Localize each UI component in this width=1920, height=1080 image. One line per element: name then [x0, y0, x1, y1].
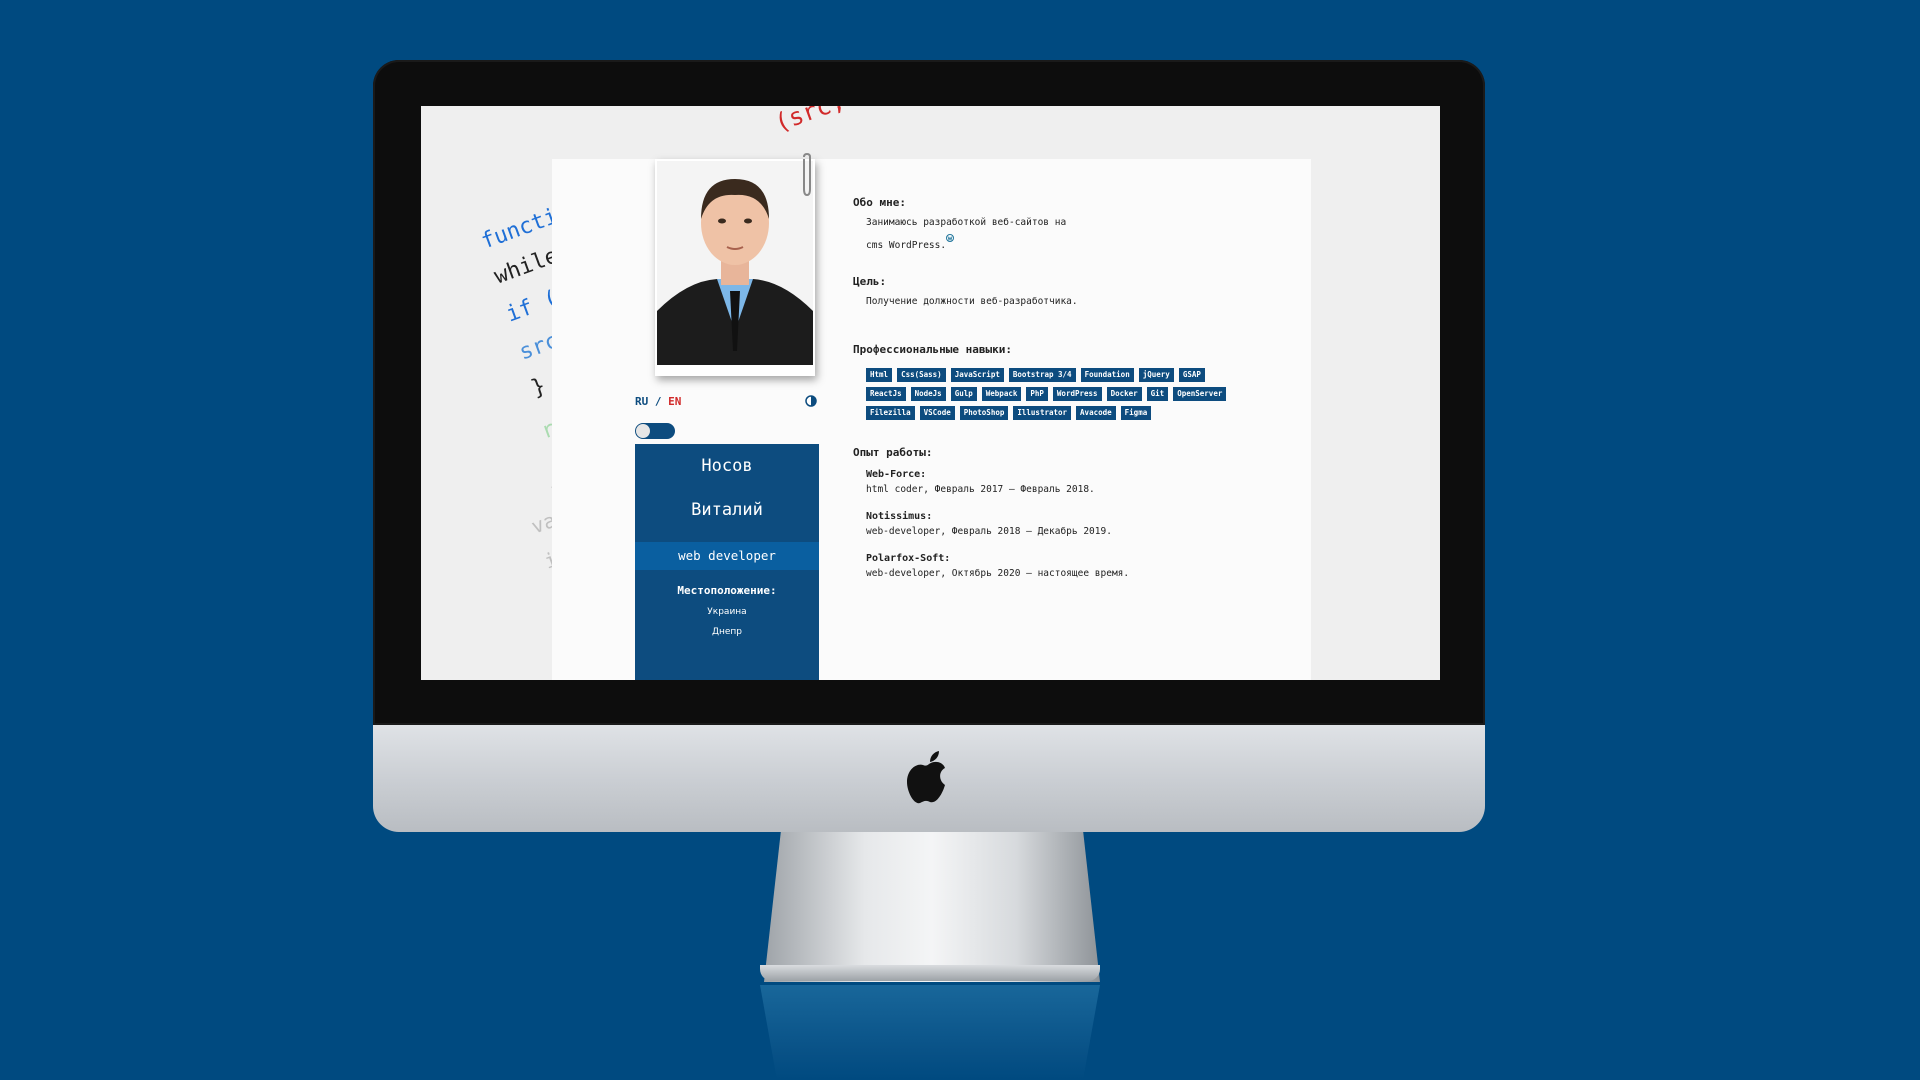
- skill-chip: Git: [1146, 387, 1169, 401]
- skill-chip: Css(Sass): [897, 368, 946, 382]
- skill-chip: ReactJs: [866, 387, 906, 401]
- wordpress-icon: [946, 234, 955, 242]
- location-label: Местоположение:: [677, 584, 777, 597]
- skill-chip: WordPress: [1052, 387, 1102, 401]
- role-title: web developer: [635, 542, 819, 570]
- skills-heading: Профессиональные навыки:: [853, 343, 1012, 356]
- skill-chip: Foundation: [1080, 368, 1134, 382]
- monitor-stand: [764, 832, 1100, 982]
- theme-toggle[interactable]: [635, 423, 675, 439]
- experience-list: Web-Force: html coder, Февраль 2017 – Фев…: [853, 469, 1293, 579]
- last-name: Носов: [701, 456, 753, 476]
- about-text-line2-wrap: cms WordPress.: [853, 234, 1293, 251]
- skill-chip: VSCode: [919, 406, 955, 420]
- location-country: Украина: [707, 607, 747, 617]
- skill-chip: JavaScript: [950, 368, 1004, 382]
- monitor-foot: [760, 965, 1100, 981]
- about-text-line1: Занимаюсь разработкой веб-сайтов на: [866, 217, 1067, 228]
- job-description: html coder, Февраль 2017 – Февраль 2018.: [866, 484, 1095, 495]
- person-photo-icon: [657, 161, 813, 365]
- skill-chip: Gulp: [950, 387, 977, 401]
- screen: (src, dest) {function chwhile (srcif (sr…: [421, 106, 1440, 680]
- job-company: Polarfox-Soft:: [866, 553, 951, 564]
- job-company: Notissimus:: [866, 511, 933, 522]
- profile-sidebar: Носов Виталий web developer Местоположен…: [635, 444, 819, 680]
- skill-chip: Html: [866, 368, 893, 382]
- lang-en-link[interactable]: EN: [668, 395, 681, 408]
- skill-chip: Docker: [1106, 387, 1142, 401]
- skills-list: Html Css(Sass) JavaScript Bootstrap 3/4 Foun…: [853, 368, 1246, 420]
- job-description: web-developer, Февраль 2018 – Декабрь 20…: [866, 526, 1112, 537]
- skill-chip: PhotoShop: [959, 406, 1009, 420]
- profile-photo: [655, 159, 815, 376]
- skill-chip: Avacode: [1076, 406, 1116, 420]
- experience-heading: Опыт работы:: [853, 446, 933, 459]
- code-line: (src, dest) {: [771, 106, 957, 137]
- about-heading: Обо мне:: [853, 196, 906, 209]
- location-city: Днепр: [711, 627, 743, 637]
- toggle-knob: [636, 424, 650, 438]
- skill-chip: OpenServer: [1173, 387, 1227, 401]
- code-line: }: [528, 373, 550, 402]
- skill-chip: Figma: [1120, 406, 1152, 420]
- skill-chip: Bootstrap 3/4: [1008, 368, 1076, 382]
- resume-card: RU / EN Носов Виталий web developer Мест…: [552, 153, 1311, 680]
- monitor-reflection: [760, 985, 1100, 1080]
- goal-text: Получение должности веб-разработчика.: [866, 296, 1078, 307]
- skill-chip: Illustrator: [1013, 406, 1072, 420]
- job-description: web-developer, Октябрь 2020 – настоящее …: [866, 568, 1130, 579]
- skill-chip: Webpack: [981, 387, 1022, 401]
- job-company: Web-Force:: [866, 469, 927, 480]
- skill-chip: jQuery: [1138, 368, 1174, 382]
- skill-chip: Filezilla: [866, 406, 915, 420]
- apple-logo-icon: [907, 751, 945, 804]
- language-switch: RU / EN: [635, 395, 681, 408]
- skill-chip: GSAP: [1178, 368, 1205, 382]
- first-name: Виталий: [691, 500, 763, 520]
- skill-chip: PhP: [1026, 387, 1048, 401]
- lang-ru-link[interactable]: RU: [635, 395, 648, 408]
- goal-heading: Цель:: [853, 275, 887, 288]
- resume-content: Обо мне: Занимаюсь разработкой веб-сайто…: [853, 196, 1293, 579]
- lang-separator: /: [654, 395, 662, 408]
- paperclip-icon: [803, 153, 811, 197]
- about-text-line2: cms WordPress.: [866, 240, 947, 251]
- contrast-icon[interactable]: [805, 395, 817, 407]
- skill-chip: NodeJs: [910, 387, 946, 401]
